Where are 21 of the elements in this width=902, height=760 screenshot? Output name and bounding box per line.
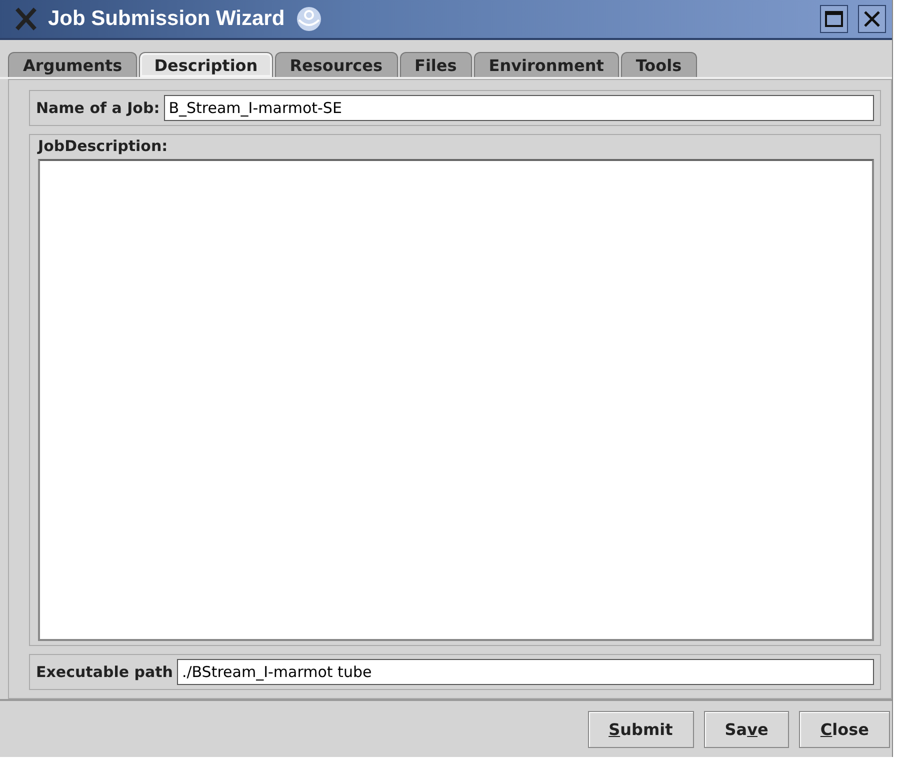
window-title: Job Submission Wizard [48,7,285,31]
dialog-button[interactable]: Close [799,710,890,748]
panel-label: JobDescription: [38,137,169,155]
field-label: Name of a Job: [36,99,160,117]
tab[interactable]: Tools [620,52,697,77]
close-button[interactable] [858,5,886,33]
job-name-field[interactable]: B_Stream_I-marmot-SE [164,95,874,121]
executable-path-field[interactable]: ./BStream_I-marmot tube [176,659,874,685]
tab[interactable]: Files [400,52,472,77]
maximize-icon [825,11,843,27]
tab[interactable]: Resources [274,52,398,77]
dialog-button[interactable]: Submit [588,710,694,748]
tab[interactable]: Environment [474,52,619,77]
close-icon [863,10,881,28]
x-logo-icon [14,7,38,31]
swirl-icon [294,6,323,32]
tab[interactable]: Description [139,52,273,77]
maximize-button[interactable] [820,5,848,33]
tab[interactable]: Arguments [8,52,138,77]
dialog-button[interactable]: Save [704,710,790,748]
field-label: Executable path [36,663,173,681]
